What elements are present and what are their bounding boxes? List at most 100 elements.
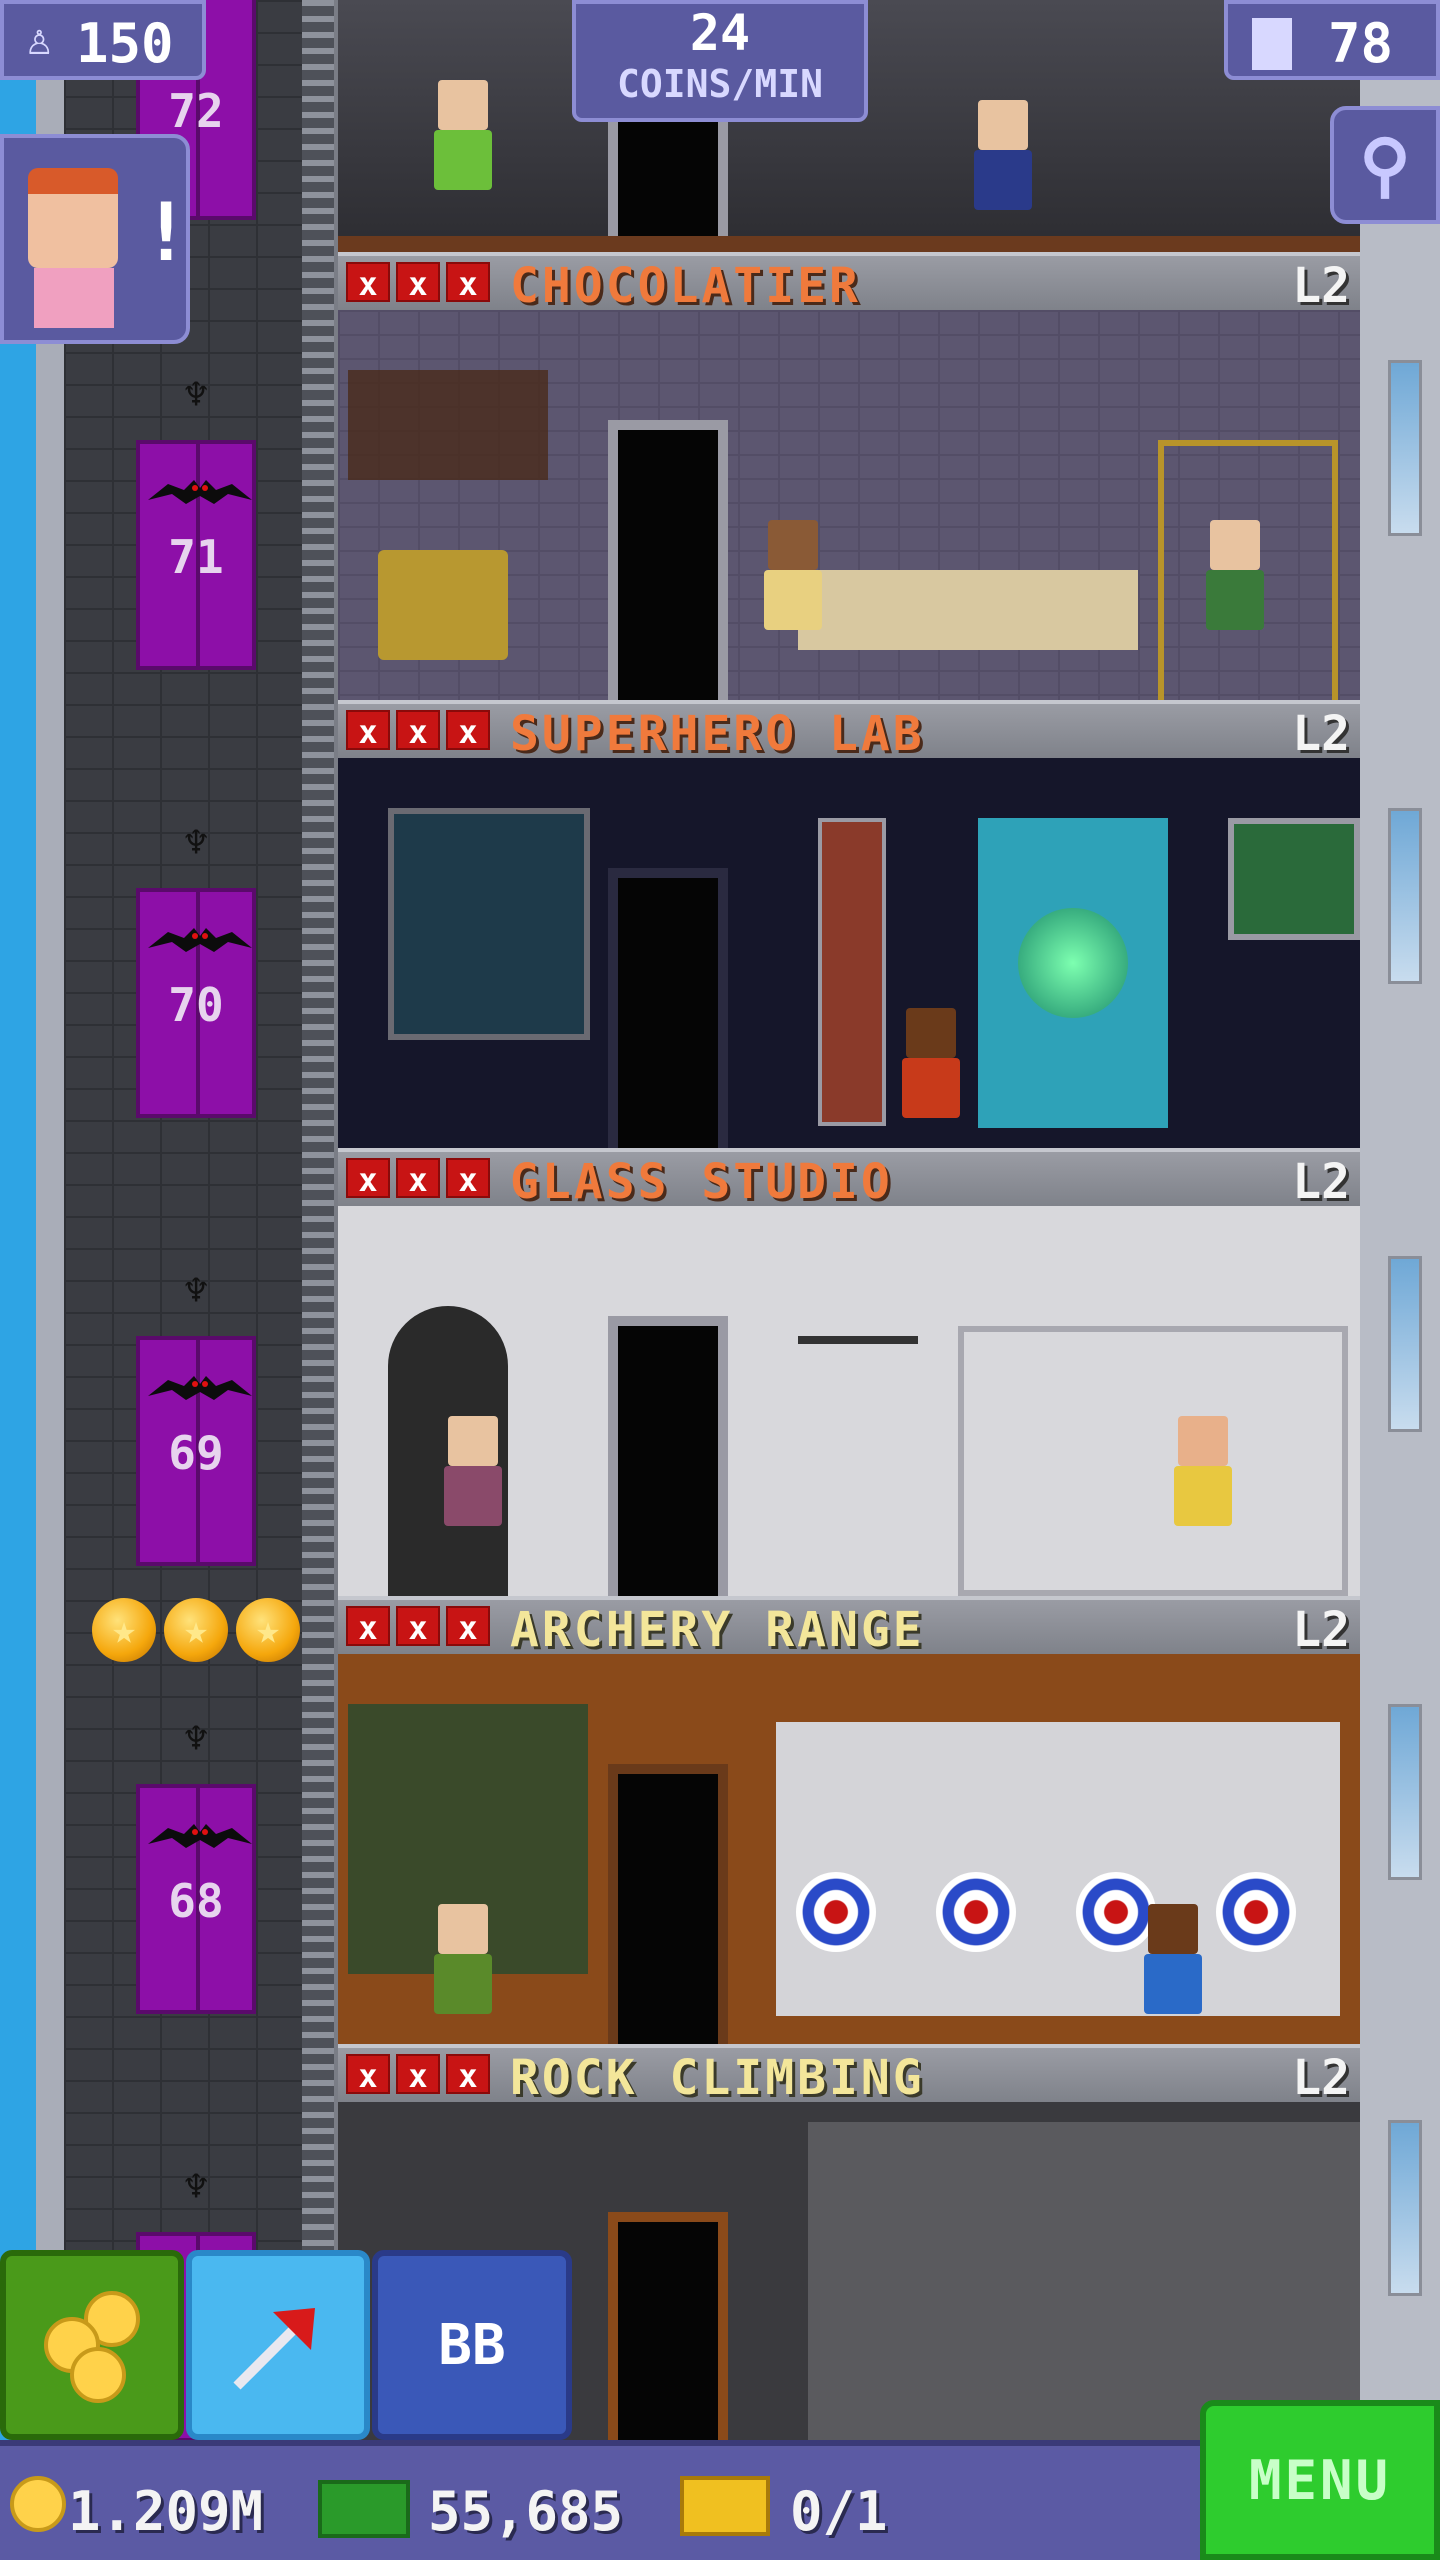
shelf <box>348 370 548 480</box>
resident[interactable] <box>968 100 1038 220</box>
star-icon: ★ <box>92 1598 156 1662</box>
anchor-icon: ♆ <box>183 1716 209 1762</box>
elevator-up-button[interactable] <box>186 2250 370 2440</box>
anchor-icon: ♆ <box>183 2164 209 2210</box>
elevator-car-70[interactable]: 70 <box>136 888 256 1118</box>
worker[interactable] <box>428 1904 498 2024</box>
arrow-up-right-icon <box>233 2308 315 2390</box>
elevator-floor-number: 68 <box>168 1874 224 1928</box>
hologram <box>978 818 1168 1128</box>
bitbook-button[interactable]: BB <box>372 2250 572 2440</box>
anchor-icon: ♆ <box>183 372 209 418</box>
world-map <box>1228 818 1360 940</box>
elevator-car-69[interactable]: 69 <box>136 1336 256 1566</box>
blueprint-monitor <box>388 808 590 1040</box>
stock-indicators: x x x <box>346 1158 490 1199</box>
population-counter[interactable]: ♙ 150 <box>0 0 206 80</box>
window <box>1388 808 1422 984</box>
floor-level: L2 <box>1292 706 1350 762</box>
target-icon <box>796 1872 876 1952</box>
floor-header: x x x ROCK CLIMBING L2 <box>338 2044 1360 2106</box>
star-icon: ★ <box>236 1598 300 1662</box>
worker[interactable] <box>758 520 828 640</box>
population-value: 150 <box>76 12 174 75</box>
floor-name: ROCK CLIMBING <box>510 2050 925 2106</box>
search-button[interactable]: ⚲ <box>1330 106 1440 224</box>
stock-empty-icon: x <box>446 710 490 751</box>
stock-indicators: x x x <box>346 1606 490 1647</box>
floor-level: L2 <box>1292 1602 1350 1658</box>
resident[interactable] <box>428 80 498 200</box>
coins-per-min: 24 COINS/MIN <box>572 0 868 122</box>
stock-indicators: x x x <box>346 2054 490 2095</box>
window <box>1388 1704 1422 1880</box>
floor-header: x x x CHOCOLATIER L2 <box>338 252 1360 314</box>
floor-level: L2 <box>1292 258 1350 314</box>
floor-level: L2 <box>1292 1154 1350 1210</box>
stock-empty-icon: x <box>446 262 490 303</box>
worker[interactable] <box>1200 520 1270 640</box>
stock-empty-icon: x <box>446 2054 490 2095</box>
elevator-floor-number: 69 <box>168 1426 224 1480</box>
floor-door <box>608 2212 728 2440</box>
elevator-shaft <box>64 0 304 2440</box>
bat-icon <box>148 1376 252 1400</box>
floors-value: 78 <box>1328 12 1394 75</box>
tower-left-edge <box>36 0 64 2440</box>
stock-empty-icon: x <box>446 1606 490 1647</box>
worker[interactable] <box>1168 1416 1238 1536</box>
elevator-floor-number: 71 <box>168 530 224 584</box>
search-icon: ⚲ <box>1359 124 1411 206</box>
stock-empty-icon: x <box>396 710 440 751</box>
floors-counter[interactable]: 78 <box>1224 0 1440 80</box>
stock-empty-icon: x <box>396 262 440 303</box>
bux-icon <box>318 2480 410 2538</box>
elevator-floor-number: 70 <box>168 978 224 1032</box>
chocolate-pot <box>378 550 508 660</box>
avatar <box>28 168 118 268</box>
counter <box>798 570 1138 650</box>
alert-badge: ! <box>142 186 191 279</box>
floor-chocolatier[interactable]: x x x CHOCOLATIER L2 <box>338 252 1360 700</box>
window <box>1388 360 1422 536</box>
floor-door <box>608 868 728 1148</box>
visitor-notification[interactable]: ! <box>0 134 190 344</box>
stock-empty-icon: x <box>346 2054 390 2095</box>
elevator-cable <box>302 0 334 2440</box>
stock-empty-icon: x <box>346 1158 390 1199</box>
elevator-car-71[interactable]: 71 <box>136 440 256 670</box>
room-interior <box>338 1654 1360 2044</box>
floor-door <box>608 420 728 700</box>
window <box>1388 1256 1422 1432</box>
floor-glass-studio[interactable]: x x x GLASS STUDIO L2 <box>338 1148 1360 1596</box>
avatar-body <box>34 268 114 328</box>
worker[interactable] <box>896 1008 966 1128</box>
vip-value: 0/1 <box>790 2480 888 2543</box>
worker[interactable] <box>438 1416 508 1536</box>
coins-shortcut-button[interactable] <box>0 2250 184 2440</box>
anchor-icon: ♆ <box>183 1268 209 1314</box>
worker[interactable] <box>1138 1904 1208 2024</box>
elevator-car-68[interactable]: 68 <box>136 1784 256 2014</box>
floor-archery-range[interactable]: x x x ARCHERY RANGE L2 <box>338 1596 1360 2044</box>
room-interior <box>338 758 1360 1148</box>
tower-right-wall <box>1360 0 1440 2440</box>
coins-rate-unit: COINS/MIN <box>617 62 823 106</box>
bux-value: 55,685 <box>428 2480 624 2543</box>
tool-rack <box>798 1336 918 1434</box>
stock-indicators: x x x <box>346 710 490 751</box>
floor-superhero-lab[interactable]: x x x SUPERHERO LAB L2 <box>338 700 1360 1148</box>
coin-icon <box>10 2476 66 2532</box>
anchor-icon: ♆ <box>183 820 209 866</box>
floor-door <box>608 1316 728 1596</box>
bat-icon <box>148 928 252 952</box>
coins-value: 1.209M <box>68 2480 264 2543</box>
menu-button[interactable]: MENU <box>1200 2400 1440 2560</box>
floor-name: SUPERHERO LAB <box>510 706 925 762</box>
floor-name: ARCHERY RANGE <box>510 1602 925 1658</box>
floor-door <box>608 1764 728 2044</box>
vip-ticket-icon <box>680 2476 770 2536</box>
stock-empty-icon: x <box>346 1606 390 1647</box>
target-icon <box>1216 1872 1296 1952</box>
glass-shelf <box>958 1326 1348 1596</box>
